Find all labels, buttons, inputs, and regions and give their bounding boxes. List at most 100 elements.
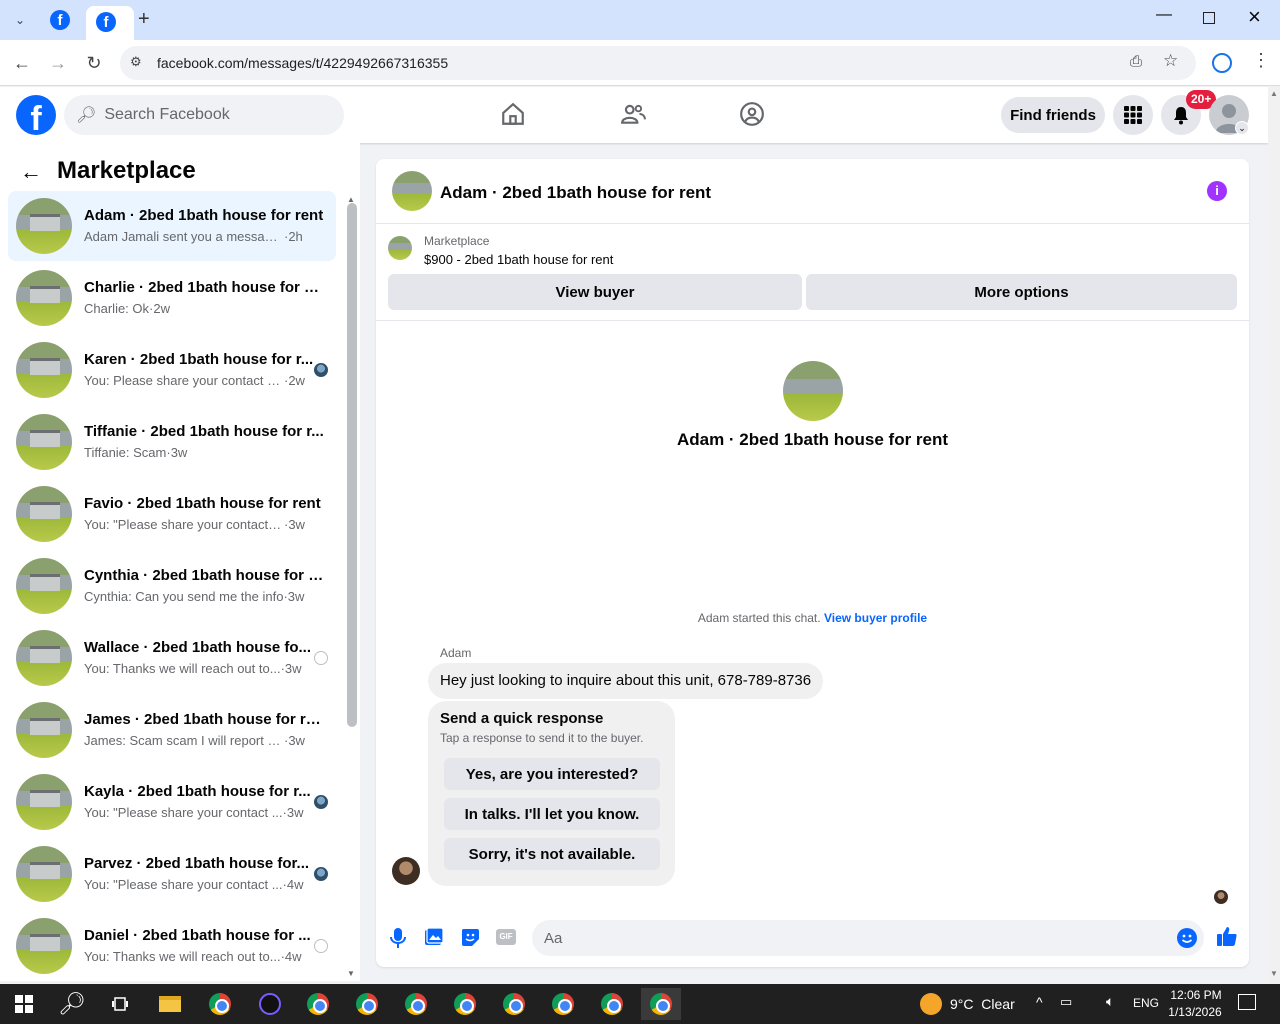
find-friends-button[interactable]: Find friends — [1001, 97, 1105, 133]
emoji-icon[interactable] — [1177, 928, 1197, 948]
bookmark-star-icon[interactable]: ☆ — [1163, 51, 1178, 71]
friends-icon[interactable] — [620, 101, 646, 127]
listing-description[interactable]: $900 - 2bed 1bath house for rent — [424, 252, 613, 267]
menu-grid-icon[interactable] — [1113, 95, 1153, 135]
back-arrow-icon[interactable]: ← — [20, 159, 42, 185]
info-icon[interactable]: i — [1207, 181, 1227, 201]
account-chevron-icon[interactable]: ⌄ — [1235, 121, 1249, 135]
page-scroll-up-icon[interactable]: ▲ — [1270, 89, 1278, 98]
listing-avatar — [16, 702, 72, 758]
conversation-snippet: You: Thanks we will reach out to...·4w — [84, 949, 314, 964]
conversation-item[interactable]: Daniel · 2bed 1bath house for ... You: Th… — [8, 911, 336, 981]
file-explorer-icon[interactable] — [150, 988, 190, 1020]
conversation-item[interactable]: James · 2bed 1bath house for rent James: … — [8, 695, 336, 765]
windows-start-icon[interactable] — [4, 988, 44, 1020]
sender-avatar[interactable] — [392, 857, 420, 885]
conversation-item[interactable]: Charlie · 2bed 1bath house for re... Char… — [8, 263, 336, 333]
chrome-icon[interactable] — [347, 988, 387, 1020]
microphone-icon[interactable] — [390, 927, 406, 949]
chat-avatar[interactable] — [392, 171, 432, 211]
chrome-icon[interactable] — [494, 988, 534, 1020]
sticker-icon[interactable] — [460, 927, 480, 947]
conversation-snippet: Adam Jamali sent you a message a... ·2h — [84, 229, 314, 244]
snippet-time: ·2h — [284, 229, 303, 244]
volume-icon[interactable]: 🔈︎ — [1106, 993, 1114, 1010]
view-buyer-button[interactable]: View buyer — [388, 274, 802, 310]
facebook-tab-icon[interactable]: f — [50, 10, 70, 30]
notification-center-icon[interactable] — [1238, 994, 1256, 1010]
listing-avatar — [16, 270, 72, 326]
scroll-up-icon[interactable]: ▲ — [347, 195, 355, 204]
message-input[interactable]: Aa — [532, 920, 1204, 956]
new-tab-button[interactable]: + — [138, 8, 150, 31]
conversation-item[interactable]: Favio · 2bed 1bath house for rent You: "P… — [8, 479, 336, 549]
conversation-item[interactable]: Adam · 2bed 1bath house for rent Adam Jam… — [8, 191, 336, 261]
conversation-item[interactable]: Karen · 2bed 1bath house for r... You: Pl… — [8, 335, 336, 405]
snippet-text: James: Scam scam I will report to c... — [84, 733, 284, 748]
conversation-item[interactable]: Tiffanie · 2bed 1bath house for r... Tiff… — [8, 407, 336, 477]
reload-icon[interactable]: ↻ — [78, 47, 110, 79]
url-text[interactable]: facebook.com/messages/t/4229492667316355 — [157, 55, 448, 71]
chrome-icon-active[interactable] — [641, 988, 681, 1020]
active-tab[interactable]: f — [86, 6, 134, 40]
page-scroll-down-icon[interactable]: ▼ — [1270, 969, 1278, 978]
scroll-down-icon[interactable]: ▼ — [347, 969, 355, 978]
tray-chevron-icon[interactable]: ^ — [1036, 994, 1043, 1010]
weather-text[interactable]: 9°C Clear — [950, 996, 1015, 1012]
more-options-button[interactable]: More options — [806, 274, 1237, 310]
conversation-name: Wallace · 2bed 1bath house fo... — [84, 639, 311, 656]
facebook-logo-icon[interactable]: f — [16, 95, 56, 135]
chrome-icon[interactable] — [298, 988, 338, 1020]
conversation-name: Daniel · 2bed 1bath house for ... — [84, 927, 311, 944]
clock-time[interactable]: 12:06 PM — [1168, 988, 1224, 1002]
quick-response-yes-button[interactable]: Yes, are you interested? — [444, 758, 660, 790]
gif-icon[interactable]: GIF — [496, 929, 516, 945]
language-indicator[interactable]: ENG — [1133, 996, 1159, 1010]
weather-icon[interactable] — [920, 993, 942, 1015]
like-thumb-icon[interactable] — [1216, 925, 1238, 947]
quick-response-unavailable-button[interactable]: Sorry, it's not available. — [444, 838, 660, 870]
chrome-icon[interactable] — [543, 988, 583, 1020]
conversation-item[interactable]: Wallace · 2bed 1bath house fo... You: Tha… — [8, 623, 336, 693]
network-icon[interactable]: ▭ — [1060, 994, 1072, 1010]
conversation-item[interactable]: Cynthia · 2bed 1bath house for r... Cynth… — [8, 551, 336, 621]
photo-icon[interactable] — [424, 927, 444, 947]
chrome-icon[interactable] — [200, 988, 240, 1020]
read-receipt-avatar — [314, 363, 328, 377]
snippet-time: ·3w — [166, 445, 188, 460]
address-bar[interactable]: ⚙ facebook.com/messages/t/42294926673163… — [120, 46, 1196, 80]
page-scrollbar[interactable]: ▲ ▼ — [1268, 87, 1280, 984]
forward-icon[interactable]: → — [42, 47, 74, 79]
taskbar-app-icon[interactable] — [250, 988, 290, 1020]
menu-kebab-icon[interactable]: ⋮ — [1252, 50, 1270, 71]
conversation-item[interactable]: Parvez · 2bed 1bath house for... You: "Pl… — [8, 839, 336, 909]
search-input[interactable]: 🔎︎ Search Facebook — [64, 95, 344, 135]
search-placeholder: Search Facebook — [104, 106, 230, 123]
groups-icon[interactable] — [739, 101, 765, 127]
chrome-icon[interactable] — [445, 988, 485, 1020]
chrome-icon[interactable] — [592, 988, 632, 1020]
listing-thumbnail[interactable] — [388, 236, 412, 260]
home-icon[interactable] — [500, 101, 526, 127]
chrome-icon[interactable] — [396, 988, 436, 1020]
minimize-icon[interactable]: — — [1156, 6, 1172, 24]
scrollbar[interactable] — [347, 203, 357, 727]
clock-date[interactable]: 1/13/2026 — [1162, 1005, 1228, 1019]
install-app-icon[interactable]: ⎙ — [1130, 53, 1142, 70]
message-bubble[interactable]: Hey just looking to inquire about this u… — [428, 663, 824, 699]
listing-avatar — [16, 198, 72, 254]
restore-icon[interactable] — [1203, 12, 1215, 24]
site-info-icon[interactable]: ⚙ — [130, 54, 142, 70]
conversation-snippet: Cynthia: Can you send me the info·3w — [84, 589, 314, 604]
profile-avatar-large[interactable] — [783, 361, 843, 421]
task-view-icon[interactable] — [100, 988, 140, 1020]
profile-icon[interactable] — [1212, 53, 1232, 73]
back-icon[interactable]: ← — [6, 47, 38, 79]
tab-search-chevron-icon[interactable]: ⌄ — [4, 4, 36, 36]
close-window-icon[interactable]: × — [1248, 4, 1261, 30]
view-buyer-profile-link[interactable]: View buyer profile — [824, 611, 927, 625]
search-icon[interactable]: 🔎︎ — [52, 988, 92, 1020]
quick-response-talks-button[interactable]: In talks. I'll let you know. — [444, 798, 660, 830]
conversation-item[interactable]: Kayla · 2bed 1bath house for r... You: "P… — [8, 767, 336, 837]
chat-title[interactable]: Adam · 2bed 1bath house for rent — [440, 183, 711, 203]
